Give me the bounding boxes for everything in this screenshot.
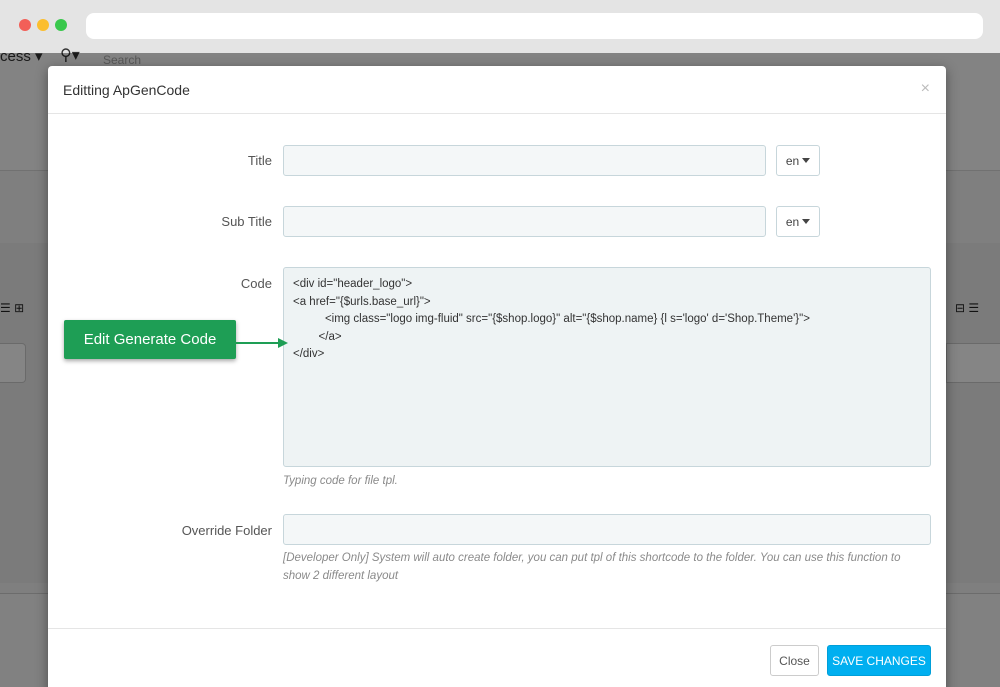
modal-header: Editting ApGenCode × — [48, 66, 946, 114]
browser-chrome — [0, 0, 1000, 53]
subtitle-label: Sub Title — [221, 214, 272, 229]
close-icon[interactable]: × — [921, 80, 930, 98]
callout-arrow-icon — [236, 338, 288, 348]
code-help-text: Typing code for file tpl. — [283, 475, 398, 487]
title-language-dropdown[interactable]: en — [776, 145, 820, 176]
code-line: <div id="header_logo"> — [293, 278, 413, 290]
override-folder-help-text: [Developer Only] System will auto create… — [283, 552, 901, 582]
subtitle-language-label: en — [785, 214, 800, 229]
code-textarea[interactable]: <div id="header_logo"> <a href="{$urls.b… — [283, 267, 931, 467]
edit-generate-code-callout: Edit Generate Code — [64, 320, 236, 359]
code-line: <img class="logo img-fluid" src="{$shop.… — [293, 313, 810, 325]
window-maximize-dot[interactable] — [55, 19, 67, 31]
subtitle-input[interactable] — [283, 206, 766, 237]
override-folder-label: Override Folder — [181, 523, 272, 538]
title-input[interactable] — [283, 145, 766, 176]
caret-down-icon — [802, 219, 811, 224]
title-label: Title — [247, 153, 272, 168]
subtitle-language-dropdown[interactable]: en — [776, 206, 820, 237]
save-changes-button[interactable]: SAVE CHANGES — [827, 645, 931, 676]
code-label: Code — [240, 276, 272, 291]
caret-down-icon — [802, 158, 811, 163]
override-folder-input[interactable] — [283, 514, 931, 545]
title-language-label: en — [785, 153, 800, 168]
code-line: <a href="{$urls.base_url}"> — [293, 295, 431, 308]
modal-title: Editting ApGenCode — [63, 82, 190, 98]
code-line: </a> — [293, 330, 342, 343]
edit-modal: Editting ApGenCode × Title en Sub Title … — [48, 66, 946, 687]
address-bar[interactable] — [86, 13, 983, 39]
modal-footer: Close SAVE CHANGES — [48, 628, 946, 687]
close-button[interactable]: Close — [770, 645, 819, 676]
code-line: </div> — [293, 348, 325, 360]
window-close-dot[interactable] — [19, 19, 31, 31]
window-minimize-dot[interactable] — [37, 19, 49, 31]
